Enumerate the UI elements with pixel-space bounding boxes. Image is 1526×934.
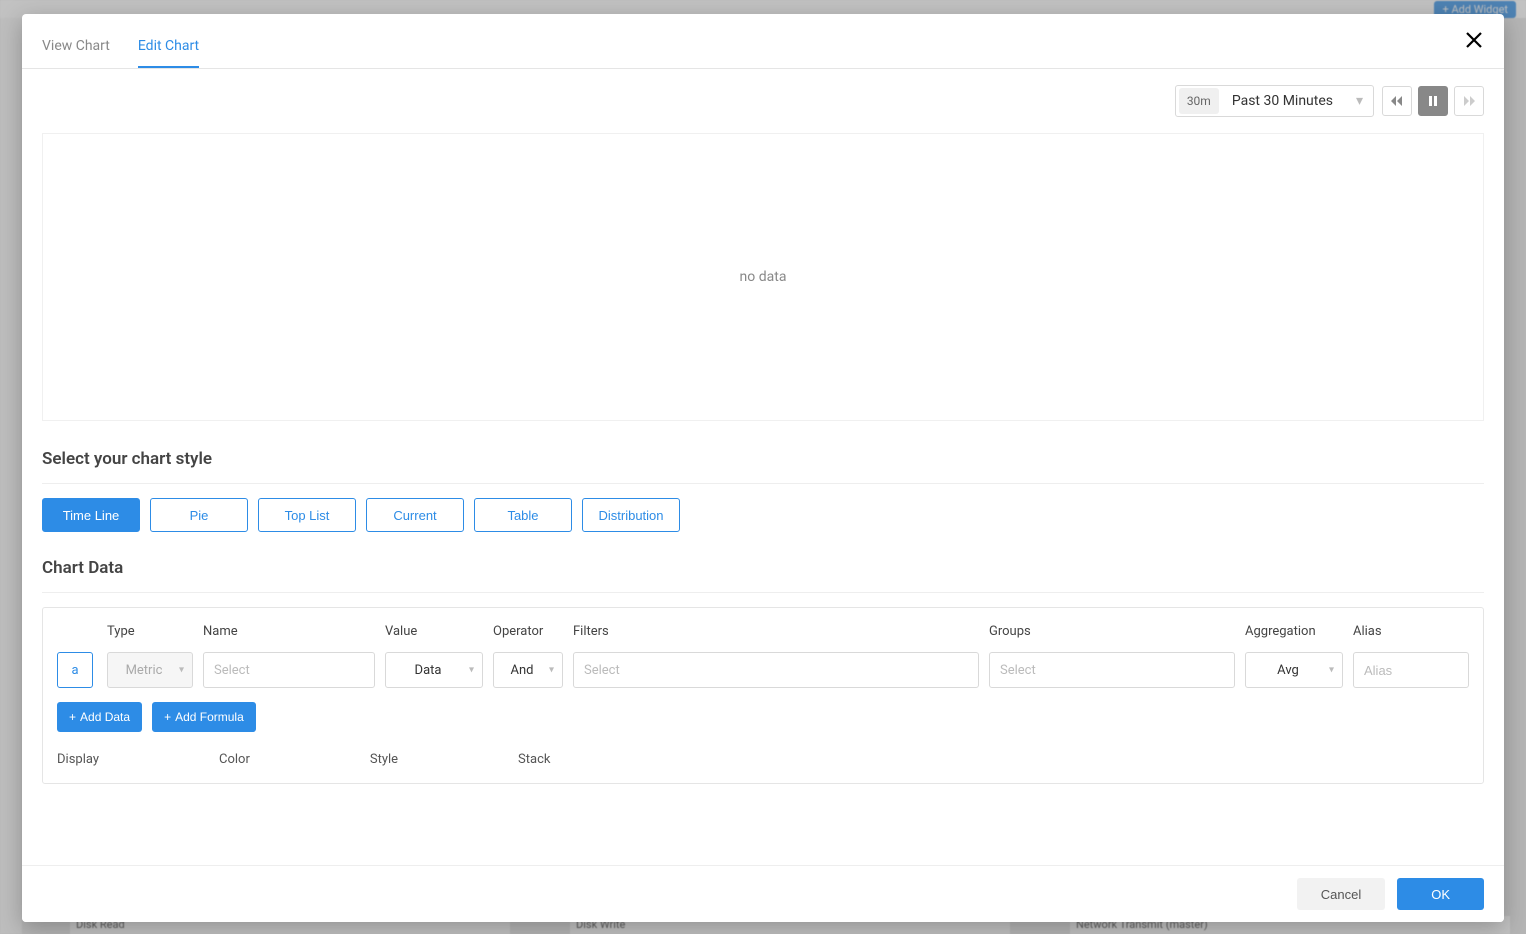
display-options: Display Color Style Stack	[57, 752, 1469, 767]
modal-body: 30m Past 30 Minutes ▾ no data	[22, 69, 1504, 865]
time-forward-button[interactable]	[1454, 86, 1484, 116]
time-back-button[interactable]	[1382, 86, 1412, 116]
add-formula-button[interactable]: + Add Formula	[152, 702, 256, 732]
close-icon	[1464, 30, 1484, 50]
style-distribution-button[interactable]: Distribution	[582, 498, 680, 532]
aggregation-select[interactable]: Avg ▾	[1245, 652, 1343, 688]
label-stack: Stack	[518, 752, 550, 767]
col-value: Value	[385, 624, 483, 642]
col-operator: Operator	[493, 624, 563, 642]
rewind-icon	[1391, 96, 1403, 106]
alias-input[interactable]	[1353, 652, 1469, 688]
label-color: Color	[219, 752, 250, 767]
col-name: Name	[203, 624, 375, 642]
label-style: Style	[370, 752, 398, 767]
value-select[interactable]: Data ▾	[385, 652, 483, 688]
operator-select[interactable]: And ▾	[493, 652, 563, 688]
col-alias: Alias	[1353, 624, 1469, 642]
add-data-button[interactable]: + Add Data	[57, 702, 142, 732]
modal-tabs: View Chart Edit Chart	[22, 14, 1504, 69]
series-key-a[interactable]: a	[57, 652, 93, 688]
chart-data-title: Chart Data	[42, 558, 1484, 578]
name-select[interactable]: Select	[203, 652, 375, 688]
chevron-down-icon: ▾	[179, 665, 184, 676]
style-toplist-button[interactable]: Top List	[258, 498, 356, 532]
chevron-down-icon: ▾	[549, 665, 554, 676]
plus-icon: +	[69, 710, 76, 724]
style-current-button[interactable]: Current	[366, 498, 464, 532]
style-timeline-button[interactable]: Time Line	[42, 498, 140, 532]
col-groups: Groups	[989, 624, 1235, 642]
time-badge: 30m	[1179, 88, 1219, 114]
chart-style-group: Time Line Pie Top List Current Table Dis…	[42, 498, 1484, 532]
fast-forward-icon	[1463, 96, 1475, 106]
col-aggregation: Aggregation	[1245, 624, 1343, 642]
modal-footer: Cancel OK	[22, 865, 1504, 922]
groups-select[interactable]: Select	[989, 652, 1235, 688]
tab-edit-chart[interactable]: Edit Chart	[138, 38, 199, 68]
style-pie-button[interactable]: Pie	[150, 498, 248, 532]
plus-icon: +	[164, 710, 171, 724]
chevron-down-icon: ▾	[469, 665, 474, 676]
label-display: Display	[57, 752, 99, 767]
chevron-down-icon: ▾	[1356, 93, 1363, 109]
time-range-label: Past 30 Minutes ▾	[1222, 93, 1373, 109]
col-type: Type	[107, 624, 193, 642]
time-range-select[interactable]: 30m Past 30 Minutes ▾	[1175, 85, 1374, 117]
time-controls: 30m Past 30 Minutes ▾	[42, 85, 1484, 117]
no-data-label: no data	[740, 269, 787, 285]
pause-icon	[1429, 96, 1437, 106]
filters-select[interactable]: Select	[573, 652, 979, 688]
ok-button[interactable]: OK	[1397, 878, 1484, 910]
chart-preview: no data	[42, 133, 1484, 421]
time-pause-button[interactable]	[1418, 86, 1448, 116]
style-section-title: Select your chart style	[42, 449, 1484, 469]
cancel-button[interactable]: Cancel	[1297, 878, 1385, 910]
style-table-button[interactable]: Table	[474, 498, 572, 532]
tab-view-chart[interactable]: View Chart	[42, 38, 110, 68]
col-filters: Filters	[573, 624, 979, 642]
chart-data-panel: a Type Metric ▾ Name Select Value	[42, 607, 1484, 784]
chevron-down-icon: ▾	[1329, 665, 1334, 676]
close-button[interactable]	[1464, 30, 1484, 50]
edit-chart-modal: View Chart Edit Chart 30m Past 30 Minute…	[22, 14, 1504, 922]
type-select[interactable]: Metric ▾	[107, 652, 193, 688]
